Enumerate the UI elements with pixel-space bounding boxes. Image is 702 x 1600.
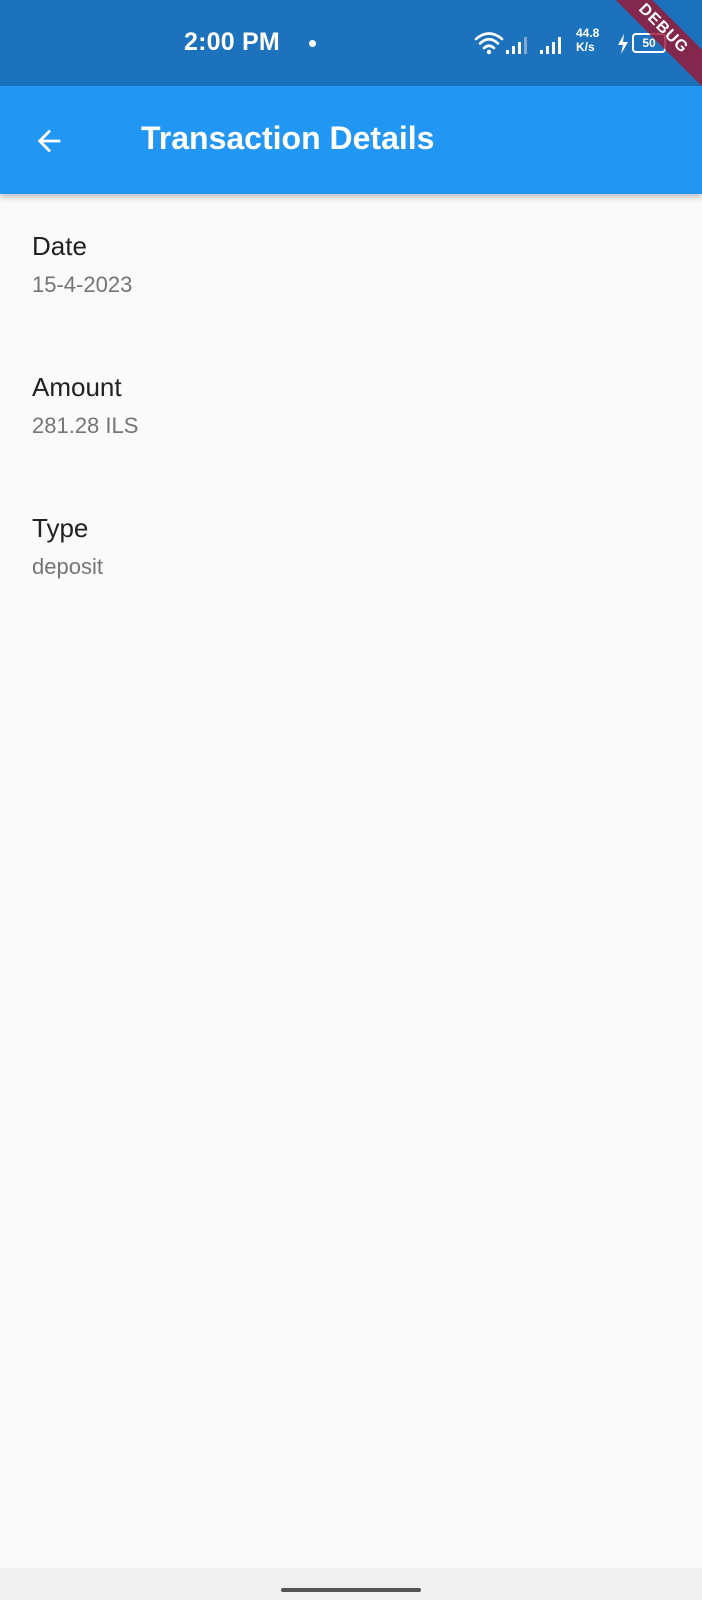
network-speed: 44.8 K/s: [576, 26, 616, 54]
navigation-bar: [0, 1568, 702, 1600]
detail-item-amount: Amount 281.28 ILS: [32, 371, 138, 440]
status-time: 2:00 PM: [184, 28, 280, 56]
app-bar: Transaction Details: [0, 86, 702, 194]
network-speed-value: 44.8: [576, 26, 600, 40]
detail-value: 15-4-2023: [32, 272, 133, 297]
detail-label: Date: [32, 231, 87, 261]
network-speed-unit: K/s: [576, 40, 595, 54]
signal-icon: [540, 37, 561, 54]
detail-item-date: Date 15-4-2023: [32, 230, 132, 299]
detail-label: Amount: [32, 372, 122, 402]
charging-icon: [618, 34, 628, 54]
notification-dot: [309, 40, 316, 47]
detail-label: Type: [32, 513, 89, 543]
back-button[interactable]: [24, 116, 74, 166]
wifi-icon: [474, 32, 504, 55]
status-bar: 2:00 PM 44.8 K/s 50 DEBUG: [0, 0, 702, 86]
detail-value: deposit: [32, 554, 103, 579]
detail-value: 281.28 ILS: [32, 413, 139, 438]
arrow-back-icon: [37, 129, 61, 153]
page-title: Transaction Details: [141, 120, 435, 156]
detail-item-type: Type deposit: [32, 512, 103, 581]
signal-icon: [506, 37, 527, 54]
home-indicator[interactable]: [281, 1588, 421, 1592]
